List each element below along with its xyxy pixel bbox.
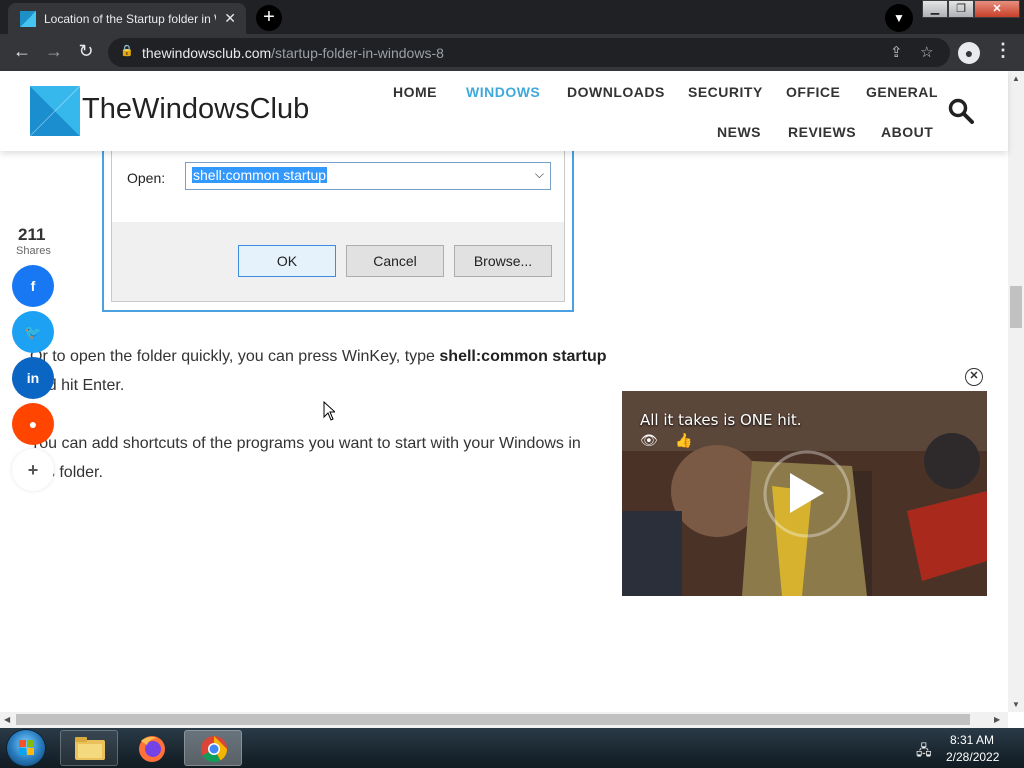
url-text: thewindowsclub.com/startup-folder-in-win…: [142, 45, 444, 61]
profile-avatar-icon[interactable]: ●: [958, 42, 980, 64]
reddit-icon: ●: [28, 416, 38, 432]
cancel-button: Cancel: [346, 245, 444, 277]
run-dialog-top: Open: shell:common startup ⌵: [112, 150, 564, 222]
paragraph-text: You can add shortcuts of the programs yo…: [30, 435, 581, 452]
site-logo-icon[interactable]: [30, 86, 80, 136]
tab-search-button[interactable]: ▼: [885, 4, 913, 32]
twitter-icon: 🐦: [24, 324, 42, 340]
nav-office[interactable]: OFFICE: [786, 84, 840, 100]
browser-toolbar: ← → ↻ 🔒 thewindowsclub.com/startup-folde…: [0, 34, 1024, 71]
tab-title: Location of the Startup folder in W: [44, 11, 216, 26]
run-dialog-image: Open: shell:common startup ⌵ OK Cancel B…: [102, 150, 574, 312]
nav-news[interactable]: NEWS: [717, 124, 761, 140]
nav-security[interactable]: SECURITY: [688, 84, 763, 100]
plus-icon: +: [27, 460, 39, 480]
nav-home[interactable]: HOME: [393, 84, 437, 100]
open-combobox: shell:common startup ⌵: [185, 162, 551, 190]
article-paragraph: Or to open the folder quickly, you can p…: [30, 342, 650, 400]
more-share-button[interactable]: +: [12, 449, 54, 491]
network-icon[interactable]: 🖧: [916, 740, 932, 764]
nav-reviews[interactable]: REVIEWS: [788, 124, 856, 140]
eye-icon: 👁: [640, 432, 658, 448]
site-logo-text[interactable]: TheWindowsClub: [82, 93, 309, 126]
open-label: Open:: [127, 170, 166, 186]
linkedin-icon: in: [26, 370, 40, 386]
paragraph-text: Or to open the folder quickly, you can p…: [30, 348, 440, 365]
vertical-scroll-thumb[interactable]: [1010, 286, 1022, 328]
window-controls: ▁ ❐ ✕: [922, 0, 1020, 18]
restore-button[interactable]: ❐: [948, 0, 974, 18]
play-icon[interactable]: [790, 473, 824, 513]
firefox-icon: [139, 736, 165, 762]
bookmark-star-icon[interactable]: ☆: [920, 43, 933, 61]
url-domain: thewindowsclub.com: [142, 45, 272, 61]
clock-date[interactable]: 2/28/2022: [946, 750, 999, 764]
article-paragraph: You can add shortcuts of the programs yo…: [30, 429, 650, 487]
taskbar-explorer-button[interactable]: [60, 730, 118, 766]
start-button[interactable]: [6, 729, 46, 767]
search-icon[interactable]: [948, 98, 974, 124]
ok-button: OK: [238, 245, 336, 277]
mouse-cursor-icon: [323, 401, 335, 421]
scroll-down-icon[interactable]: ▼: [1012, 700, 1020, 709]
facebook-share-button[interactable]: f: [12, 265, 54, 307]
horizontal-scroll-thumb[interactable]: [16, 714, 970, 725]
taskbar: 🖧 8:31 AM 2/28/2022: [0, 728, 1024, 768]
command-text: shell:common startup: [439, 348, 607, 365]
chrome-icon: [201, 736, 228, 763]
tab-strip: Location of the Startup folder in W ✕ + …: [0, 0, 1024, 34]
new-tab-button[interactable]: +: [256, 5, 282, 31]
close-tab-icon[interactable]: ✕: [224, 10, 236, 27]
nav-about[interactable]: ABOUT: [881, 124, 933, 140]
forward-arrow-icon[interactable]: →: [42, 41, 66, 62]
scroll-left-icon[interactable]: ◀: [4, 715, 10, 724]
run-dialog-body: Open: shell:common startup ⌵ OK Cancel B…: [111, 150, 565, 302]
share-icon[interactable]: ⇪: [890, 43, 903, 61]
vertical-scrollbar[interactable]: [1008, 71, 1024, 712]
scroll-right-icon[interactable]: ▶: [994, 715, 1000, 724]
nav-windows[interactable]: WINDOWS: [466, 84, 540, 100]
open-value: shell:common startup: [192, 167, 328, 183]
browser-menu-icon[interactable]: ⋮: [994, 40, 1012, 61]
thumbs-up-icon[interactable]: 👍: [675, 432, 692, 449]
screen: Location of the Startup folder in W ✕ + …: [0, 0, 1024, 768]
twitter-share-button[interactable]: 🐦: [12, 311, 54, 353]
scroll-up-icon[interactable]: ▲: [1012, 74, 1020, 83]
nav-downloads[interactable]: DOWNLOADS: [567, 84, 665, 100]
share-label: Shares: [16, 245, 51, 257]
folder-icon: [75, 737, 105, 760]
minimize-button[interactable]: ▁: [922, 0, 948, 18]
site-header: TheWindowsClub HOME WINDOWS DOWNLOADS SE…: [0, 71, 1008, 151]
reload-icon[interactable]: ↻: [74, 41, 98, 62]
video-title: All it takes is ONE hit.: [640, 411, 802, 429]
windows-logo-icon: [19, 740, 34, 755]
clock-time[interactable]: 8:31 AM: [950, 733, 994, 747]
back-arrow-icon[interactable]: ←: [10, 41, 34, 62]
video-close-button[interactable]: ✕: [965, 368, 983, 386]
window-close-button[interactable]: ✕: [974, 0, 1020, 18]
share-count: 211: [18, 225, 46, 244]
reddit-share-button[interactable]: ●: [12, 403, 54, 445]
chevron-down-icon: ⌵: [534, 167, 544, 181]
video-player[interactable]: All it takes is ONE hit. 👁 👍: [622, 391, 987, 596]
url-path: /startup-folder-in-windows-8: [271, 45, 444, 61]
taskbar-firefox-button[interactable]: [122, 730, 180, 766]
nav-general[interactable]: GENERAL: [866, 84, 938, 100]
browser-tab[interactable]: Location of the Startup folder in W ✕: [8, 3, 246, 34]
facebook-icon: f: [30, 278, 36, 294]
linkedin-share-button[interactable]: in: [12, 357, 54, 399]
taskbar-chrome-button[interactable]: [184, 730, 242, 766]
browse-button: Browse...: [454, 245, 552, 277]
address-bar[interactable]: 🔒 thewindowsclub.com/startup-folder-in-w…: [108, 38, 950, 67]
lock-icon[interactable]: 🔒: [120, 44, 134, 57]
site-favicon-icon: [20, 10, 36, 27]
